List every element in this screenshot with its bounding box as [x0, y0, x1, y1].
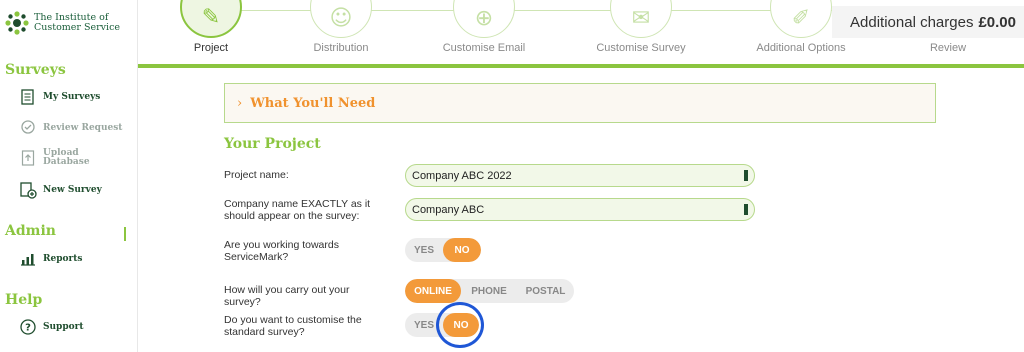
company-name-label: Company name EXACTLY as it should appear…: [224, 198, 371, 222]
sidebar-item-my-surveys[interactable]: My Surveys: [18, 87, 100, 107]
svg-text:?: ?: [25, 323, 31, 334]
main-content: ✎ Project ☺ Distribution ⊕ Customise Ema…: [138, 0, 1024, 352]
company-name-input[interactable]: Company ABC: [405, 198, 755, 221]
sidebar-item-label: Review Request: [43, 123, 123, 133]
sidebar-item-label: Support: [43, 322, 84, 332]
envelope-icon: ✉: [610, 0, 672, 38]
progress-steps: ✎ Project ☺ Distribution ⊕ Customise Ema…: [138, 0, 1024, 64]
sidebar-item-label: Reports: [43, 254, 83, 264]
sidebar-item-review-request[interactable]: Review Request: [18, 118, 122, 138]
method-phone[interactable]: PHONE: [461, 279, 517, 303]
survey-method-toggle: ONLINE PHONE POSTAL: [405, 279, 574, 303]
method-online[interactable]: ONLINE: [405, 279, 461, 303]
charges-label: Additional charges: [850, 13, 974, 31]
logo-icon: [5, 11, 29, 35]
additional-charges: Additional charges £0.00: [832, 6, 1024, 38]
survey-list-icon: [18, 87, 38, 107]
brand-logo[interactable]: The Institute of Customer Service: [4, 10, 120, 36]
sidebar-item-reports[interactable]: Reports: [18, 249, 82, 269]
logo-line-2: Customer Service: [34, 22, 121, 33]
chevron-right-icon: ›: [237, 95, 243, 111]
chart-icon: [18, 249, 38, 269]
field-menu-icon[interactable]: [744, 204, 748, 215]
admin-indicator: [124, 227, 126, 241]
upload-icon: [18, 148, 38, 168]
sidebar-item-support[interactable]: ? Support: [18, 317, 84, 337]
sidebar-item-upload-database[interactable]: Upload Database: [18, 148, 90, 168]
servicemark-toggle: YES NO: [405, 238, 481, 262]
surveys-heading: Surveys: [5, 62, 66, 78]
servicemark-label: Are you working towards ServiceMark?: [224, 239, 339, 263]
question-icon: ?: [18, 317, 38, 337]
what-you-need-panel[interactable]: › What You'll Need: [224, 83, 936, 123]
step-label: Customise Survey: [596, 42, 686, 54]
sidebar: The Institute of Customer Service Survey…: [0, 0, 138, 352]
admin-heading: Admin: [5, 223, 56, 239]
header-divider: [138, 64, 1024, 68]
sidebar-item-label: My Surveys: [43, 92, 101, 102]
pencil-icon: ✎: [180, 0, 242, 38]
sidebar-item-label: Upload Database: [43, 149, 90, 167]
edit-icon: ✐: [770, 0, 832, 38]
step-project[interactable]: ✎ Project: [151, 0, 271, 54]
step-customise-email[interactable]: ⊕ Customise Email: [424, 0, 544, 54]
project-name-label: Project name:: [224, 169, 289, 181]
new-survey-icon: [18, 180, 38, 200]
servicemark-no[interactable]: NO: [443, 238, 481, 262]
servicemark-yes[interactable]: YES: [405, 238, 443, 262]
input-value: Company ABC: [412, 203, 485, 216]
customise-label: Do you want to customise the standard su…: [224, 314, 362, 338]
people-icon: ☺: [310, 0, 372, 38]
step-label: Project: [193, 42, 229, 54]
survey-method-label: How will you carry out your survey?: [224, 284, 350, 308]
step-label: Customise Email: [442, 42, 526, 54]
help-heading: Help: [5, 292, 43, 308]
step-customise-survey[interactable]: ✉ Customise Survey: [581, 0, 701, 54]
step-label: Additional Options: [756, 42, 846, 54]
panel-title: What You'll Need: [250, 95, 376, 111]
method-postal[interactable]: POSTAL: [517, 279, 574, 303]
highlight-circle: [436, 302, 484, 348]
review-icon: [18, 118, 38, 138]
sidebar-item-new-survey[interactable]: New Survey: [18, 180, 102, 200]
step-distribution[interactable]: ☺ Distribution: [281, 0, 401, 54]
section-title: Your Project: [224, 136, 321, 152]
project-name-input[interactable]: Company ABC 2022: [405, 164, 755, 187]
upload-line-2: Database: [43, 157, 90, 167]
email-icon: ⊕: [453, 0, 515, 38]
charges-amount: £0.00: [978, 13, 1016, 31]
input-value: Company ABC 2022: [412, 169, 512, 182]
field-menu-icon[interactable]: [744, 170, 748, 181]
step-label: Distribution: [313, 42, 369, 54]
step-label: Review: [929, 42, 967, 54]
sidebar-item-label: New Survey: [43, 185, 102, 195]
logo-text: The Institute of Customer Service: [34, 13, 120, 33]
